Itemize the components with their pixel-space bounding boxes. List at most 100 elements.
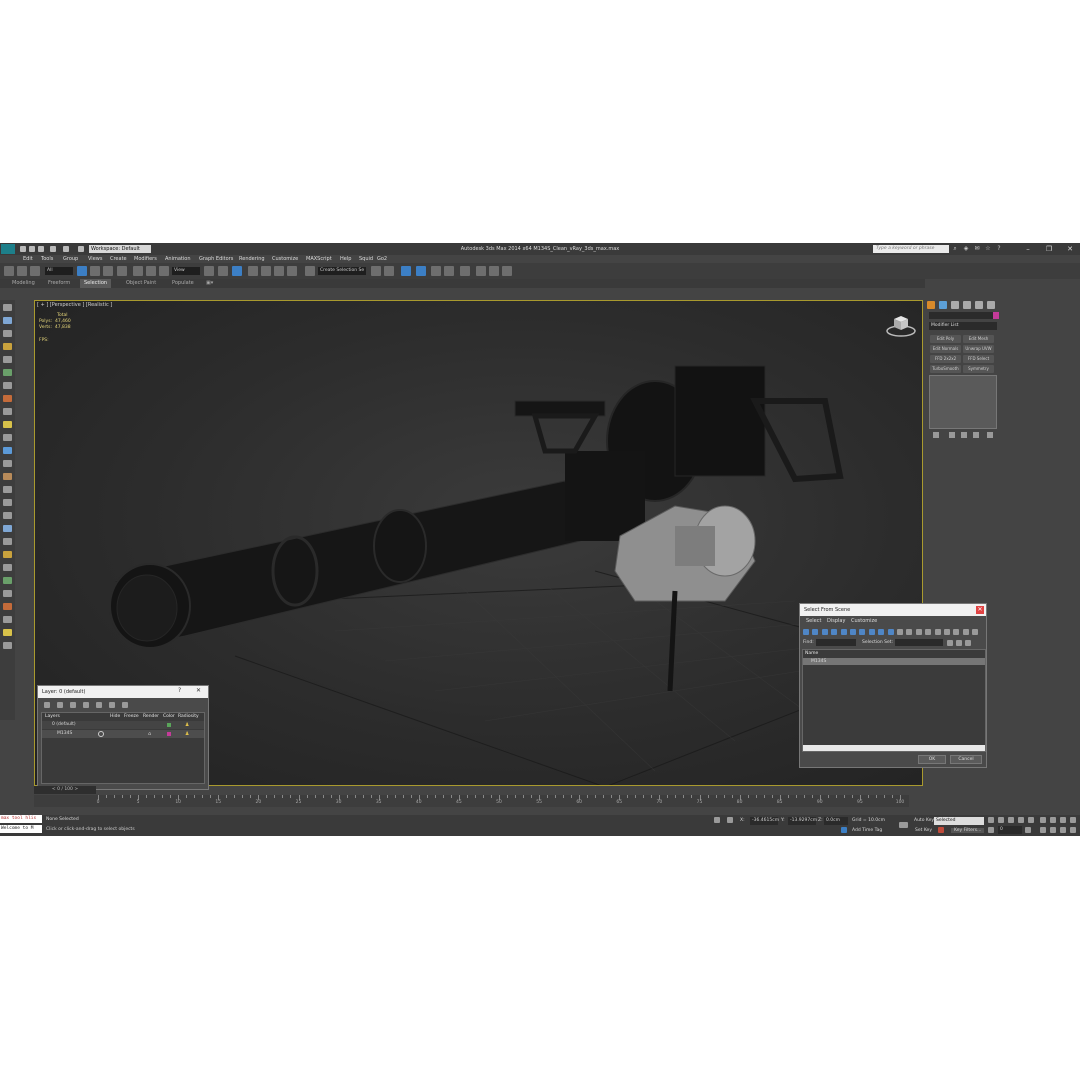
unlink-icon[interactable] xyxy=(17,266,27,276)
filter-toggle-icon[interactable] xyxy=(850,629,856,635)
key-mode-toggle-icon[interactable] xyxy=(988,827,994,833)
snaps-toggle-icon[interactable] xyxy=(248,266,258,276)
select-in-layer-icon[interactable] xyxy=(83,702,89,708)
add-time-tag[interactable]: Add Time Tag xyxy=(852,828,882,833)
column-layers[interactable]: Layers xyxy=(45,714,60,719)
workspace-dropdown[interactable]: Workspace: Default xyxy=(89,245,151,253)
remove-modifier-icon[interactable] xyxy=(973,432,979,438)
select-link-icon[interactable] xyxy=(4,266,14,276)
filter-toggle-icon[interactable] xyxy=(887,629,894,635)
set-key-icon[interactable] xyxy=(938,827,944,833)
set-key-button[interactable]: Set Key xyxy=(915,828,932,833)
filter-toggle-icon[interactable] xyxy=(944,629,950,635)
filter-toggle-icon[interactable] xyxy=(859,629,866,635)
orbit-icon[interactable] xyxy=(1060,827,1066,833)
make-unique-icon[interactable] xyxy=(961,432,967,438)
maximize-button[interactable]: ❐ xyxy=(1039,243,1059,255)
filter-toggle-icon[interactable] xyxy=(953,629,960,635)
hide-all-layers-icon[interactable] xyxy=(109,702,115,708)
menu-create[interactable]: Create xyxy=(110,255,127,263)
left-toolbar-button[interactable] xyxy=(3,629,12,636)
select-menu[interactable]: Select xyxy=(806,618,821,624)
menu-rendering[interactable]: Rendering xyxy=(239,255,265,263)
help-icon[interactable]: ? xyxy=(995,245,1003,253)
utilities-tab-icon[interactable] xyxy=(987,301,995,309)
next-frame-icon[interactable] xyxy=(1018,817,1024,823)
project-folder-icon[interactable] xyxy=(78,246,84,252)
previous-frame-icon[interactable] xyxy=(998,817,1004,823)
table-row[interactable]: M134S ⌂ ♟ xyxy=(42,730,204,738)
menu-group[interactable]: Group xyxy=(63,255,78,263)
filter-toggle-icon[interactable] xyxy=(812,629,819,635)
layer-dialog-help-button[interactable]: ? xyxy=(178,687,181,694)
bind-space-warp-icon[interactable] xyxy=(30,266,40,276)
object-color-swatch[interactable] xyxy=(993,312,999,319)
radiosity-icon[interactable]: ♟ xyxy=(185,731,189,737)
left-toolbar-button[interactable] xyxy=(3,356,12,363)
spinner-snap-icon[interactable] xyxy=(287,266,297,276)
pivot-center-icon[interactable] xyxy=(204,266,214,276)
app-logo-icon[interactable] xyxy=(1,244,15,254)
rendered-frame-window-icon[interactable] xyxy=(489,266,499,276)
render-production-icon[interactable] xyxy=(502,266,512,276)
binoculars-icon[interactable]: ⌕ xyxy=(951,245,959,253)
modifier-list-dropdown[interactable]: Modifier List xyxy=(929,322,997,330)
layer-list[interactable]: Layers Hide Freeze Render Color Radiosit… xyxy=(41,712,205,784)
time-configuration-icon[interactable] xyxy=(1025,827,1031,833)
pan-view-icon[interactable] xyxy=(1050,827,1056,833)
rotate-icon[interactable] xyxy=(146,266,156,276)
menu-squid[interactable]: Squid xyxy=(359,255,373,263)
left-toolbar-button[interactable] xyxy=(3,421,12,428)
modifier-button-symmetry[interactable]: Symmetry xyxy=(963,365,994,373)
table-row[interactable]: 0 (default) ♟ xyxy=(42,721,204,729)
time-slider-prev[interactable]: < xyxy=(52,787,56,792)
column-color[interactable]: Color xyxy=(163,714,175,719)
add-to-layer-icon[interactable] xyxy=(70,702,76,708)
left-toolbar-button[interactable] xyxy=(3,486,12,493)
menu-help[interactable]: Help xyxy=(340,255,351,263)
menu-modifiers[interactable]: Modifiers xyxy=(134,255,157,263)
filter-toggle-icon[interactable] xyxy=(962,629,969,635)
column-freeze[interactable]: Freeze xyxy=(124,714,139,719)
menu-edit[interactable]: Edit xyxy=(23,255,33,263)
selection-filter-dropdown[interactable]: All xyxy=(45,267,73,275)
scene-object-list[interactable]: Name M134S xyxy=(802,649,986,752)
column-radiosity[interactable]: Radiosity xyxy=(178,714,199,719)
maxscript-listener-output[interactable]: max tool hlis xyxy=(0,815,42,823)
menu-customize[interactable]: Customize xyxy=(272,255,298,263)
menu-views[interactable]: Views xyxy=(88,255,102,263)
maximize-viewport-icon[interactable] xyxy=(1070,827,1076,833)
selection-set-delete-icon[interactable] xyxy=(965,640,971,646)
minimize-button[interactable]: – xyxy=(1018,243,1038,255)
play-icon[interactable] xyxy=(1008,817,1014,823)
show-end-result-icon[interactable] xyxy=(949,432,955,438)
mirror-icon[interactable] xyxy=(371,266,381,276)
left-toolbar-button[interactable] xyxy=(3,408,12,415)
left-toolbar-button[interactable] xyxy=(3,304,12,311)
time-slider-next[interactable]: > xyxy=(74,787,78,792)
left-toolbar-button[interactable] xyxy=(3,369,12,376)
layer-color-swatch[interactable] xyxy=(167,732,171,736)
select-object-icon[interactable] xyxy=(77,266,87,276)
current-frame-field[interactable]: 0 xyxy=(998,826,1022,834)
edit-named-selection-icon[interactable] xyxy=(305,266,315,276)
curve-editor-icon[interactable] xyxy=(431,266,441,276)
selection-set-dropdown[interactable] xyxy=(895,639,943,646)
hierarchy-tab-icon[interactable] xyxy=(951,301,959,309)
modifier-button-ffd-select[interactable]: FFD Select xyxy=(963,355,994,363)
ok-button[interactable]: OK xyxy=(918,755,946,764)
close-button[interactable]: ✕ xyxy=(1060,243,1080,255)
menu-tools[interactable]: Tools xyxy=(41,255,53,263)
open-file-icon[interactable] xyxy=(29,246,35,252)
menu-animation[interactable]: Animation xyxy=(165,255,191,263)
modify-tab-icon[interactable] xyxy=(939,301,947,309)
selection-set-save-icon[interactable] xyxy=(956,640,962,646)
modifier-button-turbosmooth[interactable]: TurboSmooth xyxy=(930,365,961,373)
zoom-extents-icon[interactable] xyxy=(1060,817,1066,823)
list-item[interactable]: M134S xyxy=(803,658,985,665)
maxscript-listener-input[interactable]: Welcome to M xyxy=(0,825,42,833)
create-layer-icon[interactable] xyxy=(44,702,50,708)
column-hide[interactable]: Hide xyxy=(110,714,120,719)
auto-key-mode-dropdown[interactable]: Selected xyxy=(934,817,984,825)
scale-icon[interactable] xyxy=(159,266,169,276)
